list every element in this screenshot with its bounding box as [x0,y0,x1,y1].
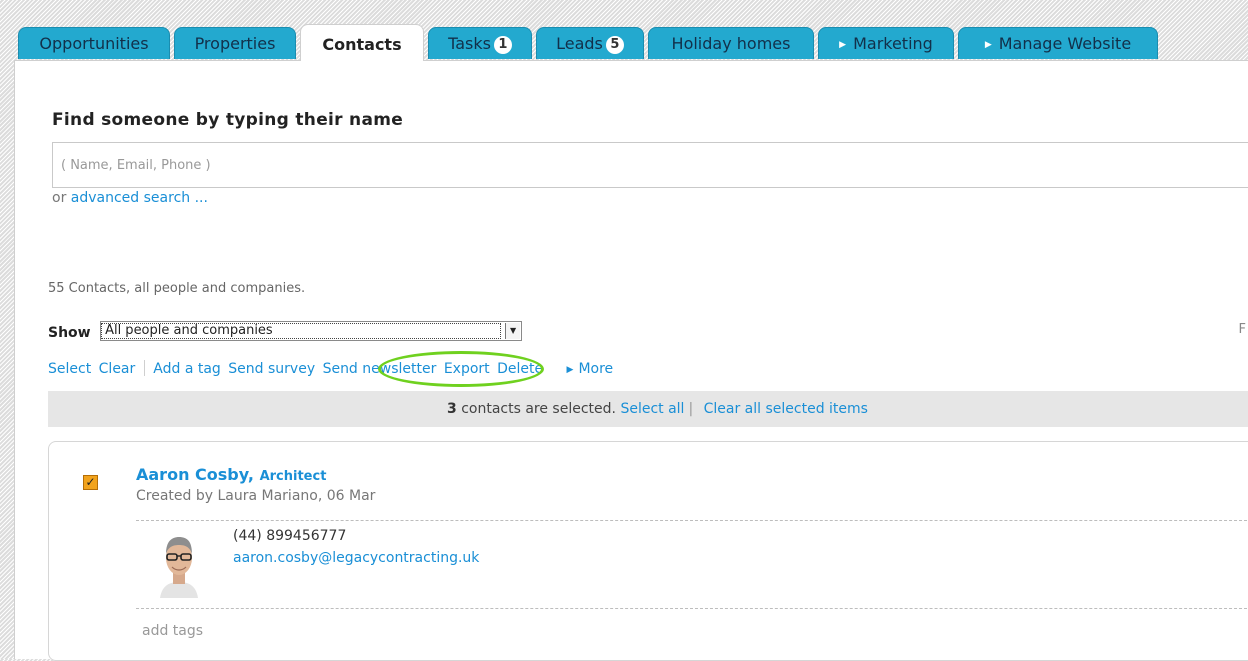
divider [136,520,1247,521]
arrow-right-icon: ▶ [984,40,992,50]
more-menu-link[interactable]: ▶ More [551,361,614,377]
advanced-search-line: or advanced search ... [52,190,208,206]
separator: | [688,401,694,417]
tab-leads[interactable]: Leads 5 [536,27,644,59]
avatar [154,528,204,598]
contact-card: ✓ Aaron Cosby, Architect Created by Laur… [48,441,1248,661]
or-text: or [52,190,67,206]
show-label: Show [48,325,91,341]
contact-select-checkbox[interactable]: ✓ [83,475,98,490]
tab-label: Marketing [853,34,933,53]
more-label: More [578,361,614,377]
show-filter-select[interactable]: All people and companies ▼ [100,321,523,341]
contact-email-link[interactable]: aaron.cosby@legacycontracting.uk [233,550,479,566]
advanced-search-link[interactable]: advanced search ... [71,190,208,206]
tasks-count-badge: 1 [493,36,512,54]
tab-label: Holiday homes [671,34,791,53]
tab-properties[interactable]: Properties [174,27,296,59]
tab-label: Properties [194,34,276,53]
find-someone-heading: Find someone by typing their name [52,110,404,130]
tab-marketing[interactable]: ▶ Marketing [818,27,954,59]
highlight-annotation-circle [378,351,544,387]
leads-count-badge: 5 [605,36,624,54]
contact-heading: Aaron Cosby, Architect [136,465,326,484]
tab-opportunities[interactable]: Opportunities [18,27,170,59]
selection-text: contacts are selected. [461,401,616,417]
clear-link[interactable]: Clear [99,361,136,377]
tab-tasks[interactable]: Tasks 1 [428,27,532,59]
tab-label: Leads [556,34,603,53]
chevron-down-icon: ▼ [505,323,521,339]
tab-label: Manage Website [998,34,1132,53]
contact-search-input[interactable] [52,142,1248,188]
contact-name-link[interactable]: Aaron Cosby, [136,465,254,484]
tab-bar: Opportunities Properties Contacts Tasks 1… [18,24,1248,61]
select-link[interactable]: Select [48,361,91,377]
send-survey-link[interactable]: Send survey [228,361,315,377]
selection-status: 3 contacts are selected. Select all | Cle… [447,391,868,427]
divider [144,360,146,376]
show-filter-value: All people and companies [101,323,502,339]
clear-all-selected-link[interactable]: Clear all selected items [704,401,868,417]
caret-right-icon: ▶ [566,365,574,375]
tab-contacts[interactable]: Contacts [300,24,424,61]
selection-status-bar: 3 contacts are selected. Select all | Cle… [48,391,1248,427]
tab-manage-website[interactable]: ▶ Manage Website [958,27,1158,59]
contact-phone: (44) 899456777 [233,528,347,544]
select-all-link[interactable]: Select all [620,401,684,417]
arrow-right-icon: ▶ [839,40,847,50]
contacts-summary: 55 Contacts, all people and companies. [48,281,306,296]
created-by-line: Created by Laura Mariano, 06 Mar [136,488,376,504]
selected-count: 3 [447,401,457,417]
tab-label: Tasks [448,34,491,53]
tab-label: Contacts [322,35,402,54]
person-photo-icon [154,528,204,598]
tab-holiday-homes[interactable]: Holiday homes [648,27,814,59]
contacts-panel: Find someone by typing their name or adv… [14,60,1248,661]
show-filter-row: Show All people and companies ▼ [48,321,523,341]
add-tags-link[interactable]: add tags [142,623,203,639]
right-edge-text: F [1238,322,1246,337]
add-tag-link[interactable]: Add a tag [153,361,221,377]
contact-job-title: Architect [259,469,327,484]
divider [136,608,1247,609]
tab-label: Opportunities [39,34,149,53]
